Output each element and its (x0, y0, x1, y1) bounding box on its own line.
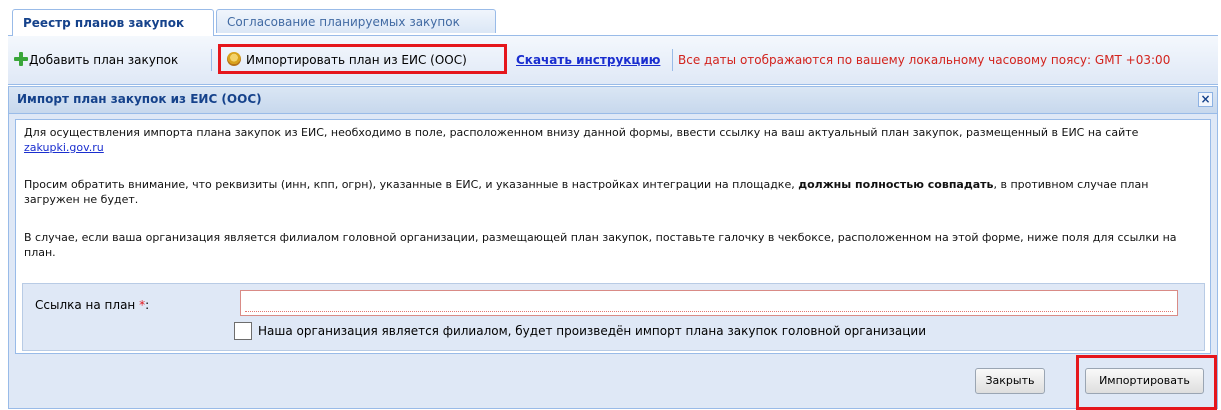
label-colon: : (145, 298, 150, 312)
plan-link-input[interactable] (240, 290, 1178, 316)
close-button[interactable]: Закрыть (975, 368, 1045, 394)
timezone-note: Все даты отображаются по вашему локально… (678, 53, 1171, 67)
tab-procurement-plans-registry[interactable]: Реестр планов закупок (12, 9, 214, 36)
info-text-2-bold: должны полностью совпадать (798, 178, 994, 191)
toolbar: Добавить план закупок Импортировать план… (8, 36, 1218, 85)
info-paragraph-1: Для осуществления импорта плана закупок … (24, 125, 1204, 155)
dialog-body: Для осуществления импорта плана закупок … (15, 119, 1211, 354)
import-plan-label: Импортировать план из ЕИС (ООС) (246, 53, 467, 67)
plan-link-label: Ссылка на план *: (35, 298, 149, 312)
toolbar-separator (672, 49, 673, 71)
info-text-2: Просим обратить внимание, что реквизиты … (24, 178, 795, 191)
import-plan-button[interactable]: Импортировать план из ЕИС (ООС) (218, 44, 507, 74)
tab-planned-purchases-approval[interactable]: Согласование планируемых закупок (216, 9, 496, 33)
info-text-1: Для осуществления импорта плана закупок … (24, 126, 1139, 139)
import-button[interactable]: Импортировать (1085, 368, 1204, 394)
zakupki-link[interactable]: zakupki.gov.ru (24, 141, 104, 154)
download-instruction-link[interactable]: Скачать инструкцию (516, 49, 660, 71)
branch-checkbox[interactable] (234, 322, 252, 340)
close-icon[interactable]: × (1198, 92, 1213, 107)
tab-bar: Реестр планов закупок Согласование плани… (8, 6, 1218, 36)
plus-icon (14, 52, 28, 66)
info-paragraph-2: Просим обратить внимание, что реквизиты … (24, 177, 1204, 207)
import-form: Ссылка на план *: Наша организация являе… (22, 283, 1205, 351)
import-dialog: Импорт план закупок из ЕИС (ООС) × Для о… (8, 86, 1218, 410)
add-plan-button[interactable]: Добавить план закупок (14, 49, 178, 71)
info-paragraph-3: В случае, если ваша организация является… (24, 231, 1177, 259)
coat-of-arms-icon (227, 52, 241, 66)
branch-checkbox-label: Наша организация является филиалом, буде… (258, 324, 927, 338)
dialog-header: Импорт план закупок из ЕИС (ООС) × (9, 87, 1217, 114)
import-button-highlight: Импортировать (1076, 355, 1217, 410)
plan-link-label-text: Ссылка на план (35, 298, 136, 312)
toolbar-separator (211, 49, 212, 71)
add-plan-label: Добавить план закупок (29, 53, 179, 67)
dialog-title: Импорт план закупок из ЕИС (ООС) (17, 92, 262, 106)
